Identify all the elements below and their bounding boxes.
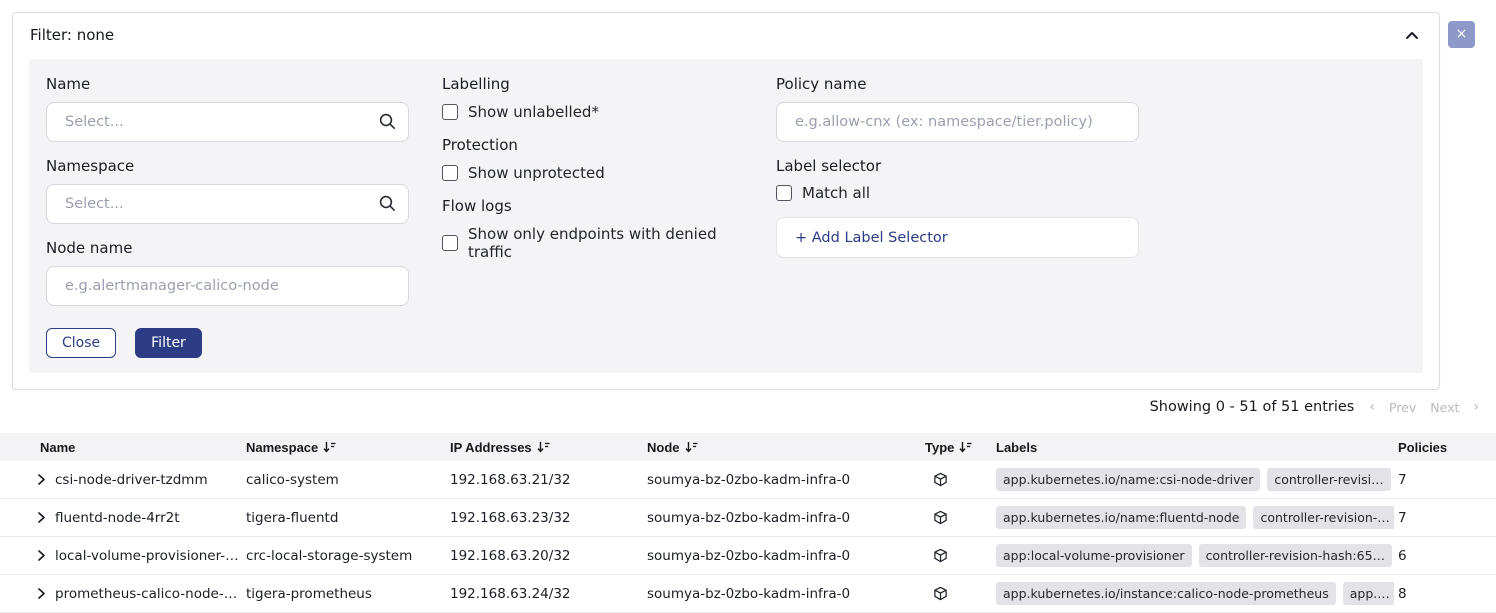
close-icon: × <box>1456 26 1468 42</box>
label-chip: app:local-volume-provisioner <box>996 544 1192 567</box>
chevron-right-icon[interactable]: › <box>1473 400 1479 414</box>
endpoints-table: Name Namespace IP Addresses Node Type La… <box>0 433 1496 613</box>
expand-row-icon[interactable] <box>37 549 46 562</box>
endpoint-node: soumya-bz-0zbo-kadm-infra-0 <box>647 472 925 488</box>
sort-icon[interactable] <box>685 441 698 453</box>
endpoint-name: local-volume-provisioner-… <box>55 548 239 564</box>
close-button[interactable]: Close <box>46 328 116 358</box>
sort-icon[interactable] <box>537 441 550 453</box>
policies-count: 6 <box>1394 548 1496 564</box>
filter-panel-header: Filter: none <box>13 13 1439 56</box>
results-summary: Showing 0 - 51 of 51 entries <box>1150 399 1355 415</box>
next-page-link[interactable]: Next <box>1430 400 1459 415</box>
column-header-namespace[interactable]: Namespace <box>246 440 450 455</box>
show-unprotected-label: Show unprotected <box>468 164 605 182</box>
column-header-policies: Policies <box>1394 440 1496 455</box>
table-header-row: Name Namespace IP Addresses Node Type La… <box>0 433 1496 461</box>
endpoint-ip: 192.168.63.20/32 <box>450 548 647 564</box>
filter-form-col-2: Labelling Show unlabelled* Protection Sh… <box>442 75 743 358</box>
policies-count: 8 <box>1394 586 1496 602</box>
policy-name-field-label: Policy name <box>776 75 1139 93</box>
expand-row-icon[interactable] <box>37 473 46 486</box>
filter-panel: Filter: none Name Namespace <box>12 12 1440 390</box>
filter-form-col-3: Policy name Label selector Match all + A… <box>776 75 1139 358</box>
namespace-select-input[interactable] <box>46 184 409 224</box>
column-header-ip-addresses[interactable]: IP Addresses <box>450 440 647 455</box>
policies-count: 7 <box>1394 510 1496 526</box>
pager: ‹ Prev Next › <box>1369 400 1479 415</box>
expand-row-icon[interactable] <box>37 587 46 600</box>
prev-page-link[interactable]: Prev <box>1389 400 1416 415</box>
label-chip: app.kubernetes.io/instance:calico-node-p… <box>996 582 1336 605</box>
pod-type-icon <box>933 510 996 525</box>
protection-group-label: Protection <box>442 136 743 154</box>
node-name-field-label: Node name <box>46 239 409 257</box>
policies-count: 7 <box>1394 472 1496 488</box>
chevron-up-icon <box>1405 31 1419 40</box>
denied-traffic-label: Show only endpoints with denied traffic <box>468 225 743 261</box>
filter-button[interactable]: Filter <box>135 328 202 358</box>
filter-form-col-1: Name Namespace Node name Close Filt <box>46 75 409 358</box>
endpoint-name: csi-node-driver-tzdmm <box>55 472 208 488</box>
show-unlabelled-label: Show unlabelled* <box>468 103 599 121</box>
table-row[interactable]: csi-node-driver-tzdmm calico-system 192.… <box>0 461 1496 499</box>
namespace-field-label: Namespace <box>46 157 409 175</box>
filter-form: Name Namespace Node name Close Filt <box>29 59 1423 373</box>
endpoint-namespace: tigera-fluentd <box>246 510 450 526</box>
flow-logs-group-label: Flow logs <box>442 197 743 215</box>
label-chip: app.… <box>1343 582 1394 605</box>
pod-type-icon <box>933 586 996 601</box>
name-field-label: Name <box>46 75 409 93</box>
endpoint-name: fluentd-node-4rr2t <box>55 510 180 526</box>
results-bar: Showing 0 - 51 of 51 entries ‹ Prev Next… <box>0 394 1496 420</box>
column-header-labels: Labels <box>996 440 1394 455</box>
show-unprotected-checkbox[interactable] <box>442 165 458 181</box>
endpoint-node: soumya-bz-0zbo-kadm-infra-0 <box>647 548 925 564</box>
endpoint-name: prometheus-calico-node-… <box>55 586 237 602</box>
chevron-left-icon[interactable]: ‹ <box>1369 400 1375 414</box>
filter-panel-title: Filter: none <box>30 26 114 44</box>
labelling-group-label: Labelling <box>442 75 743 93</box>
name-select-input[interactable] <box>46 102 409 142</box>
expand-row-icon[interactable] <box>37 511 46 524</box>
pod-type-icon <box>933 548 996 563</box>
pod-type-icon <box>933 472 996 487</box>
label-chip: app.kubernetes.io/name:csi-node-driver <box>996 468 1260 491</box>
sort-icon[interactable] <box>323 441 336 453</box>
column-header-node[interactable]: Node <box>647 440 925 455</box>
endpoint-namespace: calico-system <box>246 472 450 488</box>
label-chip: controller-revision-… <box>1253 506 1394 529</box>
column-header-type[interactable]: Type <box>925 440 996 455</box>
collapse-panel-button[interactable] <box>1403 29 1421 42</box>
label-chip: app.kubernetes.io/name:fluentd-node <box>996 506 1246 529</box>
show-unlabelled-checkbox[interactable] <box>442 104 458 120</box>
endpoint-node: soumya-bz-0zbo-kadm-infra-0 <box>647 510 925 526</box>
table-row[interactable]: fluentd-node-4rr2t tigera-fluentd 192.16… <box>0 499 1496 537</box>
endpoint-namespace: tigera-prometheus <box>246 586 450 602</box>
column-header-name[interactable]: Name <box>0 440 246 455</box>
endpoint-namespace: crc-local-storage-system <box>246 548 450 564</box>
endpoint-ip: 192.168.63.24/32 <box>450 586 647 602</box>
add-label-selector-button[interactable]: + Add Label Selector <box>776 217 1139 258</box>
sort-icon[interactable] <box>959 441 972 453</box>
match-all-checkbox[interactable] <box>776 185 792 201</box>
label-chip: controller-revisi… <box>1267 468 1390 491</box>
policy-name-input[interactable] <box>776 102 1139 142</box>
endpoint-ip: 192.168.63.21/32 <box>450 472 647 488</box>
node-name-input[interactable] <box>46 266 409 306</box>
table-row[interactable]: prometheus-calico-node-… tigera-promethe… <box>0 575 1496 613</box>
match-all-label: Match all <box>802 184 870 202</box>
label-chip: controller-revision-hash:65… <box>1199 544 1392 567</box>
label-selector-group-label: Label selector <box>776 157 1139 175</box>
endpoint-ip: 192.168.63.23/32 <box>450 510 647 526</box>
denied-traffic-checkbox[interactable] <box>442 235 458 251</box>
dismiss-filter-button[interactable]: × <box>1448 21 1475 48</box>
table-row[interactable]: local-volume-provisioner-… crc-local-sto… <box>0 537 1496 575</box>
endpoint-node: soumya-bz-0zbo-kadm-infra-0 <box>647 586 925 602</box>
